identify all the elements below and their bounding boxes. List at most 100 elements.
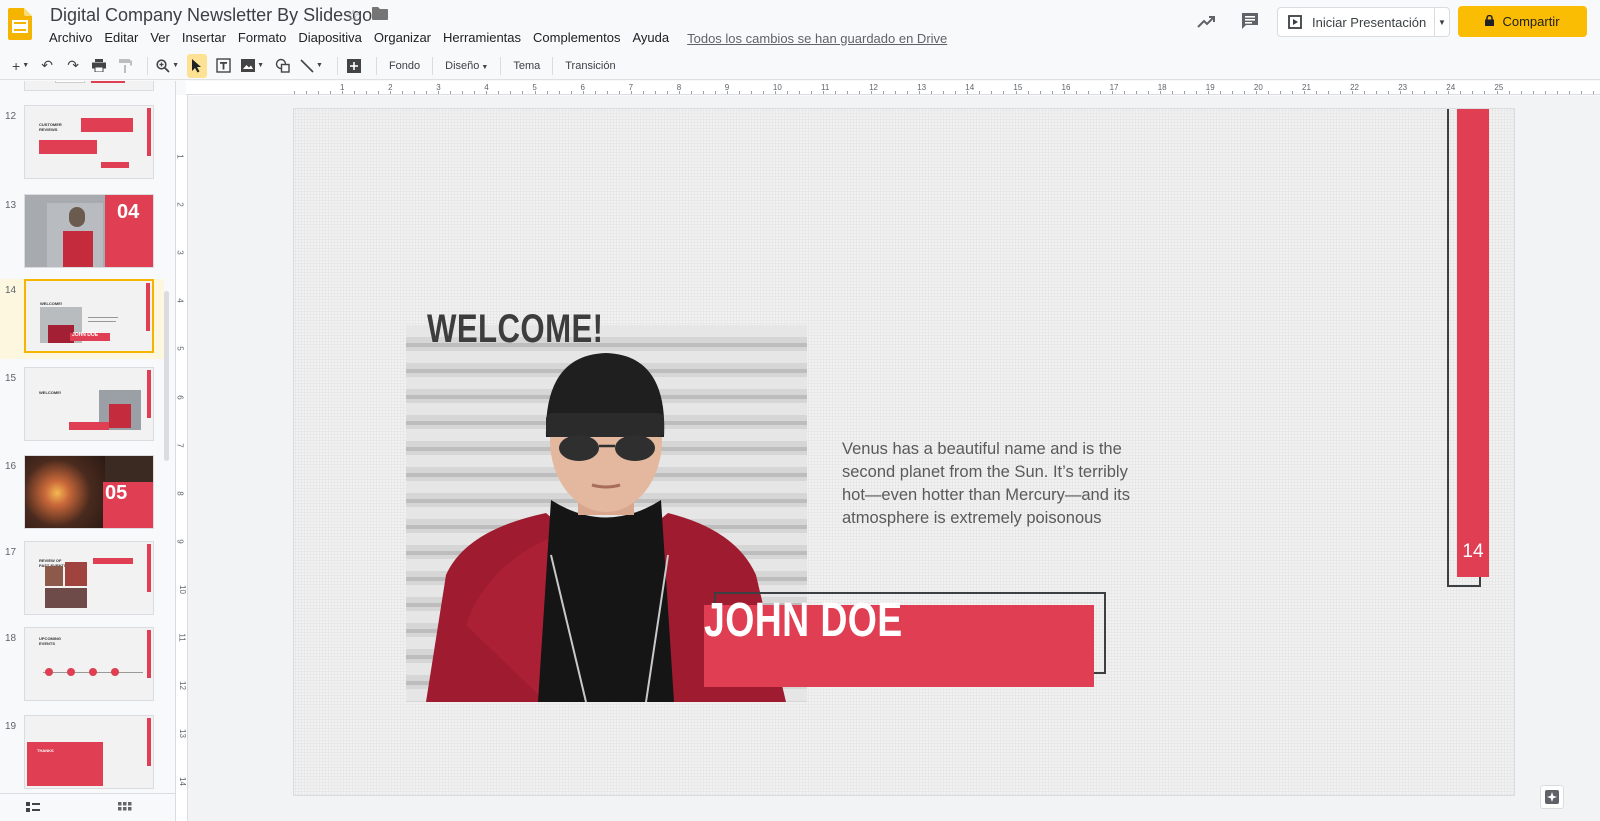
vertical-ruler[interactable]: 1 2 3 4 5 6 7 8 9 10 11 12 13 14 (176, 95, 188, 821)
add-comment-button[interactable] (344, 54, 364, 78)
ruler-tick (1484, 91, 1486, 94)
slide-thumbnail-item-15[interactable]: 15 WELCOME! (0, 367, 164, 447)
slide-thumbnail-17[interactable]: REVIEW OF PAST EVENTS (24, 541, 154, 615)
ruler-label: 11 (177, 633, 187, 642)
ruler-tick (1376, 91, 1378, 94)
slide-thumbnail-item-18[interactable]: 18 UPCOMING EVENTS (0, 627, 164, 707)
menu-ver[interactable]: Ver (144, 27, 176, 49)
slide-filmstrip[interactable]: 12 CUSTOMER REVIEWS 13 04 14 WELCOME! JO… (0, 81, 176, 821)
ruler-tick (666, 91, 668, 94)
ruler-tick (1556, 91, 1558, 94)
undo-button[interactable]: ↶ (37, 54, 57, 78)
print-button[interactable] (89, 54, 109, 78)
text-box-button[interactable] (213, 54, 233, 78)
menu-archivo[interactable]: Archivo (43, 27, 98, 49)
paint-format-button[interactable] (115, 54, 135, 78)
slide-thumbnail-11[interactable] (24, 81, 154, 91)
ruler-tick (738, 91, 740, 94)
comments-icon[interactable] (1240, 11, 1260, 31)
slide-thumbnail-16[interactable]: 05 (24, 455, 154, 529)
menu-organizar[interactable]: Organizar (368, 27, 437, 49)
ruler-tick (486, 91, 488, 94)
zoom-button[interactable]: ▼ (154, 54, 181, 78)
ruler-tick (402, 91, 404, 94)
ruler-label: 2 (175, 202, 185, 207)
horizontal-ruler[interactable]: 1 2 3 4 5 6 7 8 9 10 11 12 13 14 15 16 17 18 19 20 21 22 23 24 2… (186, 81, 1600, 95)
background-button[interactable]: Fondo (389, 60, 420, 72)
slide-thumbnail-item-12[interactable]: 12 CUSTOMER REVIEWS (0, 105, 164, 185)
slide-number-label: 12 (5, 111, 17, 122)
slide-14[interactable]: WELCOME! Venus has a beautiful name and … (293, 108, 1515, 796)
slide-thumbnail-item-16[interactable]: 16 05 (0, 455, 164, 535)
list-view-icon[interactable] (26, 802, 40, 816)
filmstrip-scrollbar[interactable] (164, 291, 169, 461)
ruler-label: 1 (175, 154, 185, 159)
ruler-tick (726, 91, 728, 94)
thumb-photo-jacket (63, 231, 93, 267)
slide-thumbnail-14[interactable]: WELCOME! JOHN DOE (24, 279, 154, 353)
menu-insertar[interactable]: Insertar (176, 27, 232, 49)
grid-view-icon[interactable] (118, 802, 132, 816)
toolbar-separator (336, 56, 338, 75)
ruler-label: 14 (177, 777, 187, 787)
slide-thumbnail-item-17[interactable]: 17 REVIEW OF PAST EVENTS (0, 541, 164, 621)
menu-editar[interactable]: Editar (98, 27, 144, 49)
redo-button[interactable]: ↷ (63, 54, 83, 78)
menu-herramientas[interactable]: Herramientas (437, 27, 527, 49)
slide-page-number[interactable]: 14 (1457, 541, 1489, 563)
side-accent-bar[interactable] (1457, 109, 1489, 577)
ruler-tick (1039, 91, 1041, 94)
slide-thumbnail-15[interactable]: WELCOME! (24, 367, 154, 441)
share-button[interactable]: Compartir (1458, 6, 1587, 37)
menu-ayuda[interactable]: Ayuda (626, 27, 675, 49)
ruler-label: 3 (175, 250, 185, 255)
select-tool-button[interactable] (187, 53, 208, 78)
explore-button[interactable] (1540, 785, 1564, 809)
ruler-tick (606, 91, 608, 94)
slide-thumbnail-13[interactable]: 04 (24, 194, 154, 268)
present-button[interactable]: Iniciar Presentación (1277, 7, 1434, 37)
activity-trend-icon[interactable] (1196, 12, 1216, 32)
ruler-tick (919, 91, 921, 94)
new-slide-button[interactable]: + ▼ (10, 54, 31, 78)
thumb-heading: WELCOME! (39, 390, 62, 395)
save-status-link[interactable]: Todos los cambios se han guardado en Dri… (687, 31, 947, 46)
slide-thumbnail-12[interactable]: CUSTOMER REVIEWS (24, 105, 154, 179)
present-label: Iniciar Presentación (1312, 14, 1427, 30)
thumb-accent-bar (147, 630, 151, 678)
transition-button[interactable]: Transición (565, 60, 615, 72)
slide-thumbnail-item-14[interactable]: 14 WELCOME! JOHN DOE (0, 279, 164, 359)
ruler-tick (991, 91, 993, 94)
slide-title[interactable]: WELCOME! (427, 307, 603, 352)
shape-button[interactable] (272, 54, 292, 78)
menu-diapositiva[interactable]: Diapositiva (292, 27, 368, 49)
present-dropdown-button[interactable]: ▼ (1434, 7, 1450, 37)
ruler-tick (799, 91, 801, 94)
editor-canvas[interactable]: WELCOME! Venus has a beautiful name and … (188, 96, 1600, 821)
person-name[interactable]: JOHN DOE (704, 593, 903, 648)
ruler-tick (1135, 91, 1137, 94)
slide-thumbnail-item-11[interactable] (0, 81, 164, 97)
line-button[interactable]: ▼ (298, 54, 325, 78)
slide-body-text[interactable]: Venus has a beautiful name and is the se… (842, 438, 1132, 530)
menu-complementos[interactable]: Complementos (527, 27, 626, 49)
slide-thumbnail-19[interactable]: THANKS (24, 715, 154, 789)
folder-icon[interactable] (372, 7, 388, 20)
theme-button[interactable]: Tema (513, 60, 540, 72)
star-icon[interactable]: ☆ (346, 6, 360, 26)
ruler-tick (943, 91, 945, 94)
ruler-tick (762, 91, 764, 94)
menu-formato[interactable]: Formato (232, 27, 292, 49)
thumb-text-line (88, 317, 118, 318)
slides-logo-icon[interactable] (8, 8, 32, 40)
slide-thumbnail-item-13[interactable]: 13 04 (0, 194, 164, 274)
slide-thumbnail-18[interactable]: UPCOMING EVENTS (24, 627, 154, 701)
insert-image-button[interactable]: ▼ (239, 54, 266, 78)
slide-thumbnail-item-19[interactable]: 19 THANKS (0, 715, 164, 795)
ruler-tick (1340, 91, 1342, 94)
ruler-tick (931, 91, 933, 94)
design-button[interactable]: Diseño ▼ (445, 60, 488, 72)
ruler-tick (1219, 91, 1221, 94)
document-title[interactable]: Digital Company Newsletter By Slidesgo (50, 5, 372, 26)
ruler-tick (702, 91, 704, 94)
